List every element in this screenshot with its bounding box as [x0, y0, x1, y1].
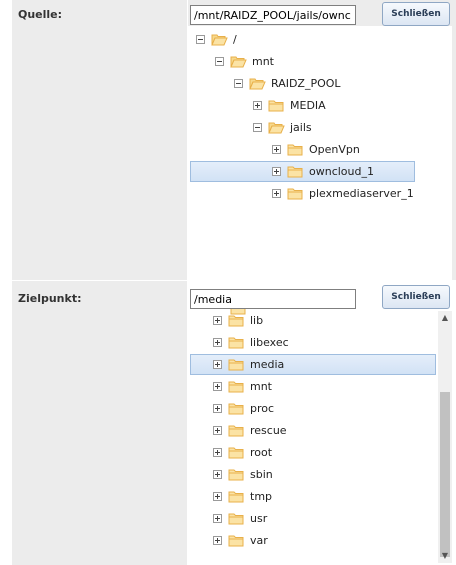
folder-open-icon	[268, 121, 285, 141]
target-tree-node-label: media	[250, 358, 285, 371]
folder-icon	[228, 424, 244, 444]
folder-icon	[228, 336, 244, 356]
collapse-icon[interactable]	[234, 79, 243, 88]
target-tree-node-label: lib	[250, 314, 264, 327]
source-tree-node-label: OpenVpn	[309, 143, 360, 156]
collapse-icon[interactable]	[215, 57, 224, 66]
folder-icon	[268, 99, 284, 119]
folder-icon	[228, 402, 244, 422]
target-scrollbar[interactable]: ▲ ▼	[438, 311, 452, 563]
target-tree-node-label: sbin	[250, 468, 273, 481]
folder-icon	[228, 358, 244, 378]
target-row: Zielpunkt: Schließen lib libexec media mnt p…	[12, 281, 456, 565]
expand-icon[interactable]	[272, 145, 281, 154]
expand-icon[interactable]	[213, 492, 222, 501]
expand-icon[interactable]	[213, 514, 222, 523]
target-tree-node-label: proc	[250, 402, 275, 415]
target-selected-highlight	[190, 354, 436, 375]
folder-icon	[228, 380, 244, 400]
scroll-up-arrow-icon[interactable]: ▲	[438, 311, 452, 325]
target-label-cell: Zielpunkt:	[12, 281, 187, 565]
folder-open-icon	[211, 33, 228, 53]
target-close-button[interactable]: Schließen	[382, 285, 450, 309]
expand-icon[interactable]	[213, 316, 222, 325]
folder-open-icon	[249, 77, 266, 97]
target-tree-node-label: root	[250, 446, 273, 459]
folder-open-icon	[230, 55, 247, 75]
target-label: Zielpunkt:	[18, 292, 82, 305]
expand-icon[interactable]	[213, 360, 222, 369]
target-path-input[interactable]	[190, 289, 356, 309]
expand-icon[interactable]	[213, 448, 222, 457]
folder-icon	[228, 512, 244, 532]
folder-icon	[228, 490, 244, 510]
target-tree-node-label: usr	[250, 512, 268, 525]
folder-icon	[228, 468, 244, 488]
source-label-cell: Quelle:	[12, 0, 187, 280]
expand-icon[interactable]	[213, 338, 222, 347]
folder-icon	[287, 187, 303, 207]
target-content-cell: Schließen lib libexec media mnt proc rescue ro…	[188, 281, 456, 565]
source-tree-node-label: MEDIA	[290, 99, 326, 112]
folder-icon	[287, 143, 303, 163]
source-label: Quelle:	[18, 8, 63, 21]
folder-icon	[228, 314, 244, 334]
source-path-input[interactable]	[190, 5, 356, 25]
expand-icon[interactable]	[213, 382, 222, 391]
source-tree-node-label: /	[233, 33, 237, 46]
folder-icon	[228, 446, 244, 466]
scroll-down-arrow-icon[interactable]: ▼	[438, 549, 452, 563]
expand-icon[interactable]	[272, 167, 281, 176]
folder-icon	[287, 165, 303, 185]
collapse-icon[interactable]	[253, 123, 262, 132]
source-tree-node-label: mnt	[252, 55, 274, 68]
source-close-button[interactable]: Schließen	[382, 2, 450, 26]
expand-icon[interactable]	[213, 426, 222, 435]
expand-icon[interactable]	[213, 404, 222, 413]
folder-icon	[228, 534, 244, 554]
expand-icon[interactable]	[253, 101, 262, 110]
source-tree-node-label: plexmediaserver_1	[309, 187, 414, 200]
expand-icon[interactable]	[272, 189, 281, 198]
expand-icon[interactable]	[213, 536, 222, 545]
target-tree-node-label: mnt	[250, 380, 272, 393]
target-tree-node-label: var	[250, 534, 268, 547]
scroll-thumb[interactable]	[440, 392, 450, 557]
source-tree-node-label: jails	[290, 121, 312, 134]
target-tree-node-label: libexec	[250, 336, 289, 349]
target-tree-node-label: tmp	[250, 490, 273, 503]
collapse-icon[interactable]	[196, 35, 205, 44]
source-row: Quelle: Schließen / mnt RAIDZ_POOL MEDIA jai…	[12, 0, 456, 280]
target-tree-panel: lib libexec media mnt proc rescue root sbin tmp u…	[188, 309, 450, 565]
source-tree-node-label: RAIDZ_POOL	[271, 77, 341, 90]
expand-icon[interactable]	[213, 470, 222, 479]
source-tree-node-label: owncloud_1	[309, 165, 374, 178]
source-content-cell: Schließen / mnt RAIDZ_POOL MEDIA jails OpenVp…	[188, 0, 456, 280]
target-tree-node-label: rescue	[250, 424, 287, 437]
